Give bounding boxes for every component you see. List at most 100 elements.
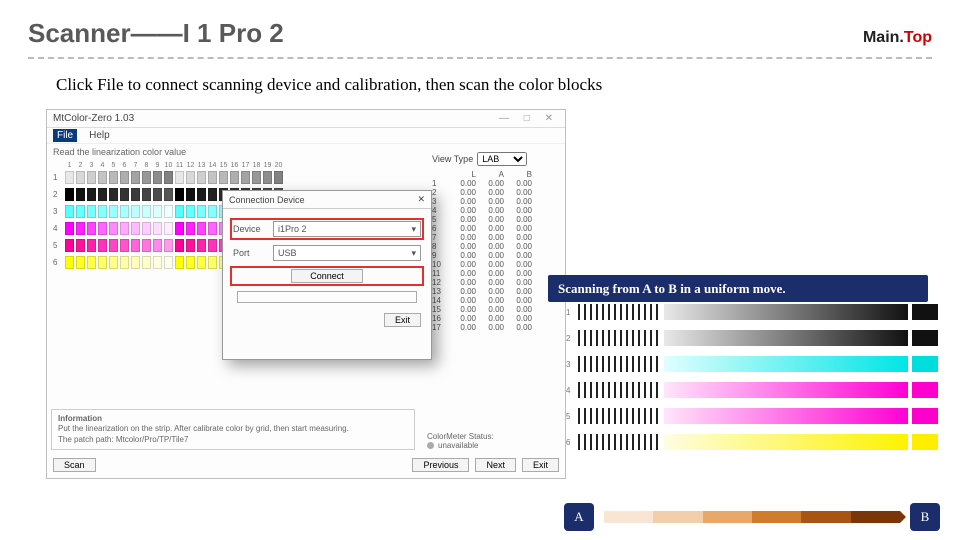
window-buttons[interactable]: — □ ✕ xyxy=(499,113,559,124)
swatch[interactable] xyxy=(142,256,151,269)
swatch[interactable] xyxy=(76,222,85,235)
swatch[interactable] xyxy=(98,188,107,201)
swatch[interactable] xyxy=(175,239,184,252)
previous-button[interactable]: Previous xyxy=(412,458,469,472)
swatch[interactable] xyxy=(120,171,129,184)
swatch[interactable] xyxy=(65,171,74,184)
swatch[interactable] xyxy=(142,171,151,184)
view-type-select[interactable]: LAB xyxy=(477,152,527,166)
swatch[interactable] xyxy=(186,205,195,218)
swatch[interactable] xyxy=(65,239,74,252)
swatch[interactable] xyxy=(153,205,162,218)
swatch[interactable] xyxy=(263,171,272,184)
swatch[interactable] xyxy=(219,171,228,184)
swatch[interactable] xyxy=(109,188,118,201)
swatch[interactable] xyxy=(87,188,96,201)
swatch[interactable] xyxy=(87,222,96,235)
swatch[interactable] xyxy=(87,239,96,252)
swatch[interactable] xyxy=(208,188,217,201)
dialog-close-icon[interactable]: ✕ xyxy=(417,194,425,205)
swatch[interactable] xyxy=(109,256,118,269)
swatch[interactable] xyxy=(109,222,118,235)
swatch[interactable] xyxy=(76,188,85,201)
swatch[interactable] xyxy=(65,256,74,269)
swatch[interactable] xyxy=(164,222,173,235)
menu-help[interactable]: Help xyxy=(85,129,114,142)
swatch[interactable] xyxy=(120,222,129,235)
scan-button[interactable]: Scan xyxy=(53,458,96,472)
swatch[interactable] xyxy=(109,205,118,218)
swatch[interactable] xyxy=(197,171,206,184)
swatch[interactable] xyxy=(76,205,85,218)
swatch[interactable] xyxy=(164,256,173,269)
exit-button[interactable]: Exit xyxy=(522,458,559,472)
swatch[interactable] xyxy=(65,188,74,201)
swatch[interactable] xyxy=(186,222,195,235)
swatch[interactable] xyxy=(76,239,85,252)
swatch[interactable] xyxy=(131,188,140,201)
swatch[interactable] xyxy=(241,171,250,184)
dialog-exit-button[interactable]: Exit xyxy=(384,313,421,327)
swatch[interactable] xyxy=(120,256,129,269)
swatch[interactable] xyxy=(131,239,140,252)
swatch[interactable] xyxy=(175,222,184,235)
swatch[interactable] xyxy=(120,205,129,218)
swatch[interactable] xyxy=(208,239,217,252)
next-button[interactable]: Next xyxy=(475,458,516,472)
swatch[interactable] xyxy=(230,171,239,184)
swatch[interactable] xyxy=(197,256,206,269)
swatch[interactable] xyxy=(131,222,140,235)
swatch[interactable] xyxy=(87,205,96,218)
swatch[interactable] xyxy=(153,188,162,201)
swatch[interactable] xyxy=(164,239,173,252)
swatch[interactable] xyxy=(153,239,162,252)
swatch[interactable] xyxy=(87,171,96,184)
swatch[interactable] xyxy=(153,222,162,235)
swatch[interactable] xyxy=(175,205,184,218)
swatch[interactable] xyxy=(98,205,107,218)
swatch[interactable] xyxy=(65,222,74,235)
swatch[interactable] xyxy=(175,256,184,269)
swatch[interactable] xyxy=(98,171,107,184)
swatch[interactable] xyxy=(252,171,261,184)
swatch[interactable] xyxy=(87,256,96,269)
swatch[interactable] xyxy=(164,188,173,201)
swatch[interactable] xyxy=(76,256,85,269)
swatch[interactable] xyxy=(120,188,129,201)
swatch[interactable] xyxy=(142,222,151,235)
swatch[interactable] xyxy=(164,171,173,184)
menu-file[interactable]: File xyxy=(53,129,77,142)
port-select[interactable]: USB▾ xyxy=(273,245,421,261)
swatch[interactable] xyxy=(186,188,195,201)
swatch[interactable] xyxy=(208,171,217,184)
swatch[interactable] xyxy=(197,188,206,201)
swatch[interactable] xyxy=(208,222,217,235)
swatch[interactable] xyxy=(109,171,118,184)
swatch[interactable] xyxy=(98,222,107,235)
swatch[interactable] xyxy=(197,222,206,235)
swatch[interactable] xyxy=(153,171,162,184)
swatch[interactable] xyxy=(142,205,151,218)
swatch[interactable] xyxy=(131,205,140,218)
swatch[interactable] xyxy=(142,239,151,252)
swatch[interactable] xyxy=(131,171,140,184)
swatch[interactable] xyxy=(76,171,85,184)
device-select[interactable]: i1Pro 2▾ xyxy=(273,221,421,237)
swatch[interactable] xyxy=(208,256,217,269)
swatch[interactable] xyxy=(175,171,184,184)
swatch[interactable] xyxy=(131,256,140,269)
swatch[interactable] xyxy=(186,256,195,269)
swatch[interactable] xyxy=(175,188,184,201)
swatch[interactable] xyxy=(120,239,129,252)
swatch[interactable] xyxy=(164,205,173,218)
connect-button[interactable]: Connect xyxy=(291,269,363,283)
swatch[interactable] xyxy=(197,239,206,252)
swatch[interactable] xyxy=(142,188,151,201)
swatch[interactable] xyxy=(274,171,283,184)
swatch[interactable] xyxy=(98,256,107,269)
swatch[interactable] xyxy=(186,171,195,184)
swatch[interactable] xyxy=(197,205,206,218)
swatch[interactable] xyxy=(153,256,162,269)
swatch[interactable] xyxy=(65,205,74,218)
swatch[interactable] xyxy=(186,239,195,252)
